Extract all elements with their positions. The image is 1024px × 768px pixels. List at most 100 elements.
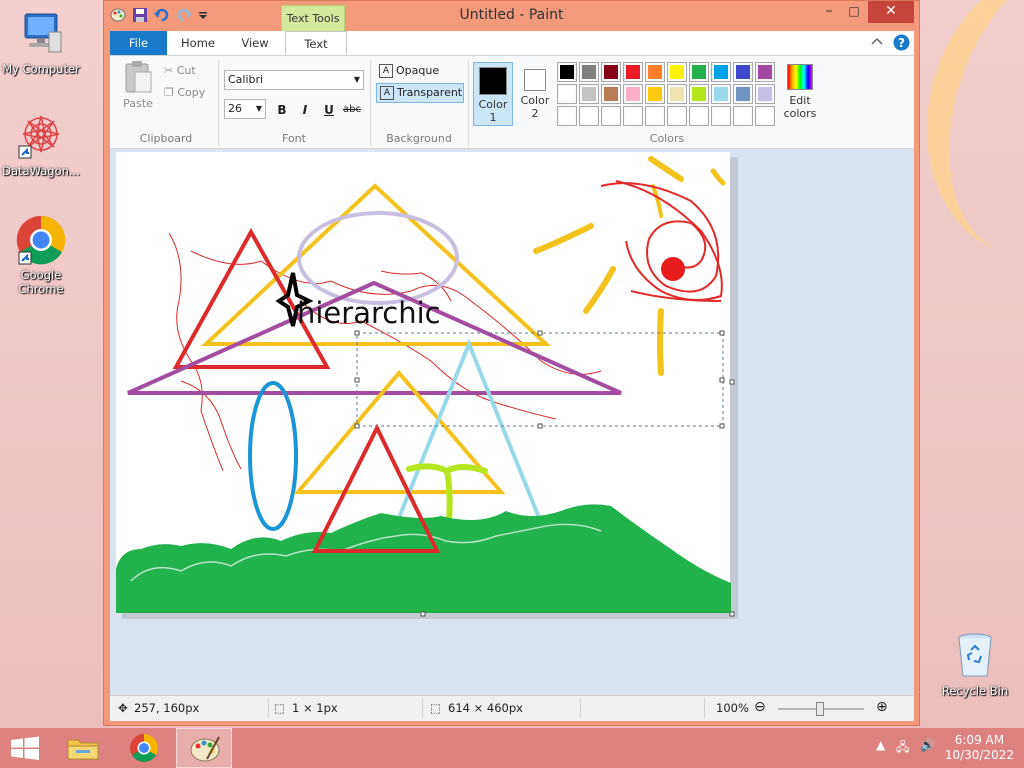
palette-swatch[interactable] — [579, 62, 599, 82]
start-button[interactable] — [0, 728, 56, 768]
palette-swatch[interactable] — [667, 84, 687, 104]
paint-window: Text Tools Untitled - Paint – □ ✕ File H… — [103, 0, 920, 726]
tab-text[interactable]: Text — [285, 31, 347, 55]
palette-swatch[interactable] — [711, 84, 731, 104]
palette-swatch[interactable] — [755, 62, 775, 82]
palette-swatch[interactable] — [557, 62, 577, 82]
color1-selector[interactable]: Color 1 — [473, 62, 513, 126]
palette-swatch[interactable] — [733, 84, 753, 104]
cut-button[interactable]: ✂ Cut — [164, 64, 196, 77]
clock-time: 6:09 AM — [954, 733, 1005, 747]
italic-button[interactable]: I — [295, 100, 315, 120]
minimize-ribbon-icon[interactable] — [870, 35, 884, 49]
tab-home[interactable]: Home — [168, 31, 228, 55]
edit-colors-button[interactable]: Edit colors — [780, 62, 820, 120]
zoom-out-button[interactable]: ⊖ — [754, 699, 766, 715]
chrome-icon — [15, 214, 67, 266]
color2-selector[interactable]: Color 2 — [515, 62, 555, 126]
clipboard-group-label: Clipboard — [139, 132, 193, 145]
palette-swatch[interactable] — [667, 106, 687, 126]
zoom-level: 100% — [716, 701, 749, 715]
palette-swatch[interactable] — [601, 62, 621, 82]
scissors-icon: ✂ — [164, 64, 174, 77]
system-clock[interactable]: 6:09 AM 10/30/2022 — [945, 733, 1014, 763]
palette-swatch[interactable] — [755, 106, 775, 126]
tab-view[interactable]: View — [228, 31, 282, 55]
cursor-position: 257, 160px — [134, 701, 200, 715]
selection-size-icon: ⬚ — [274, 701, 285, 715]
volume-icon[interactable]: 🔊 — [920, 738, 935, 752]
opaque-option[interactable]: A Opaque — [376, 62, 464, 82]
strikethrough-button[interactable]: abc — [342, 100, 362, 120]
palette-swatch[interactable] — [623, 106, 643, 126]
paste-button[interactable]: Paste — [118, 60, 158, 120]
zoom-slider-thumb[interactable] — [816, 702, 824, 716]
palette-swatch[interactable] — [689, 106, 709, 126]
close-button[interactable]: ✕ — [868, 1, 914, 23]
drawing-canvas[interactable]: hierarchic — [110, 149, 914, 695]
palette-swatch[interactable] — [645, 84, 665, 104]
palette-swatch[interactable] — [689, 62, 709, 82]
zoom-in-button[interactable]: ⊕ — [876, 699, 888, 715]
desktop-icon-datawagon[interactable]: DataWagon... — [0, 110, 82, 178]
transparent-option[interactable]: A Transparent — [376, 83, 464, 103]
font-size-value: 26 — [228, 102, 242, 115]
copy-button[interactable]: ❐ Copy — [164, 86, 205, 99]
tab-file[interactable]: File — [110, 31, 167, 55]
transparent-label: Transparent — [397, 86, 463, 99]
svg-text:?: ? — [898, 36, 905, 50]
desktop-icon-recycle-bin[interactable]: Recycle Bin — [934, 630, 1016, 698]
selection-size: 1 × 1px — [292, 701, 338, 715]
status-bar: ✥ 257, 160px ⬚ 1 × 1px ⬚ 614 × 460px 100… — [110, 695, 914, 721]
palette-swatch[interactable] — [601, 106, 621, 126]
desktop-icon-my-computer[interactable]: My Computer — [0, 8, 82, 76]
text-transparent-icon: A — [380, 86, 394, 100]
maximize-button[interactable]: □ — [841, 1, 867, 23]
palette-swatch[interactable] — [645, 106, 665, 126]
palette-swatch[interactable] — [733, 62, 753, 82]
taskbar-paint[interactable] — [176, 728, 232, 768]
monitor-icon — [15, 8, 67, 60]
color2-swatch — [524, 69, 546, 91]
cursor-position-icon: ✥ — [118, 701, 128, 715]
palette-swatch[interactable] — [557, 106, 577, 126]
network-icon[interactable]: 🖧 — [896, 738, 909, 759]
palette-swatch[interactable] — [557, 84, 577, 104]
desktop-icon-label: Google Chrome — [18, 268, 64, 296]
help-icon[interactable]: ? — [893, 34, 910, 51]
palette-swatch[interactable] — [667, 62, 687, 82]
palette-swatch[interactable] — [601, 84, 621, 104]
color1-swatch — [479, 67, 507, 95]
palette-swatch[interactable] — [579, 106, 599, 126]
canvas-text: hierarchic — [297, 296, 441, 330]
bold-button[interactable]: B — [272, 100, 292, 120]
status-divider — [580, 698, 581, 718]
palette-swatch[interactable] — [755, 84, 775, 104]
palette-swatch[interactable] — [623, 62, 643, 82]
group-divider — [370, 60, 371, 146]
chrome-icon — [130, 734, 158, 762]
desktop-icon-label: Recycle Bin — [941, 684, 1009, 698]
taskbar-chrome[interactable] — [116, 728, 172, 768]
palette-swatch[interactable] — [579, 84, 599, 104]
palette-swatch[interactable] — [623, 84, 643, 104]
palette-swatch[interactable] — [645, 62, 665, 82]
font-family-dropdown[interactable]: Calibri ▼ — [224, 70, 364, 90]
copy-icon: ❐ — [164, 86, 174, 99]
show-hidden-icons-icon[interactable]: ▲ — [876, 738, 885, 752]
font-size-dropdown[interactable]: 26 ▼ — [224, 99, 266, 119]
font-group-label: Font — [282, 132, 306, 145]
palette-swatch[interactable] — [689, 84, 709, 104]
palette-swatch[interactable] — [711, 62, 731, 82]
taskbar: ▲ 🖧 🔊 6:09 AM 10/30/2022 — [0, 728, 1024, 768]
underline-button[interactable]: U — [319, 100, 339, 120]
palette-swatch[interactable] — [711, 106, 731, 126]
folder-icon — [67, 739, 99, 760]
taskbar-file-explorer[interactable] — [56, 728, 112, 768]
desktop-icon-google-chrome[interactable]: Google Chrome — [0, 214, 82, 296]
palette-swatch[interactable] — [733, 106, 753, 126]
minimize-button[interactable]: – — [815, 1, 843, 23]
recycle-bin-icon — [949, 630, 1001, 682]
desktop-icon-label: DataWagon... — [2, 164, 80, 178]
status-divider — [704, 698, 705, 718]
